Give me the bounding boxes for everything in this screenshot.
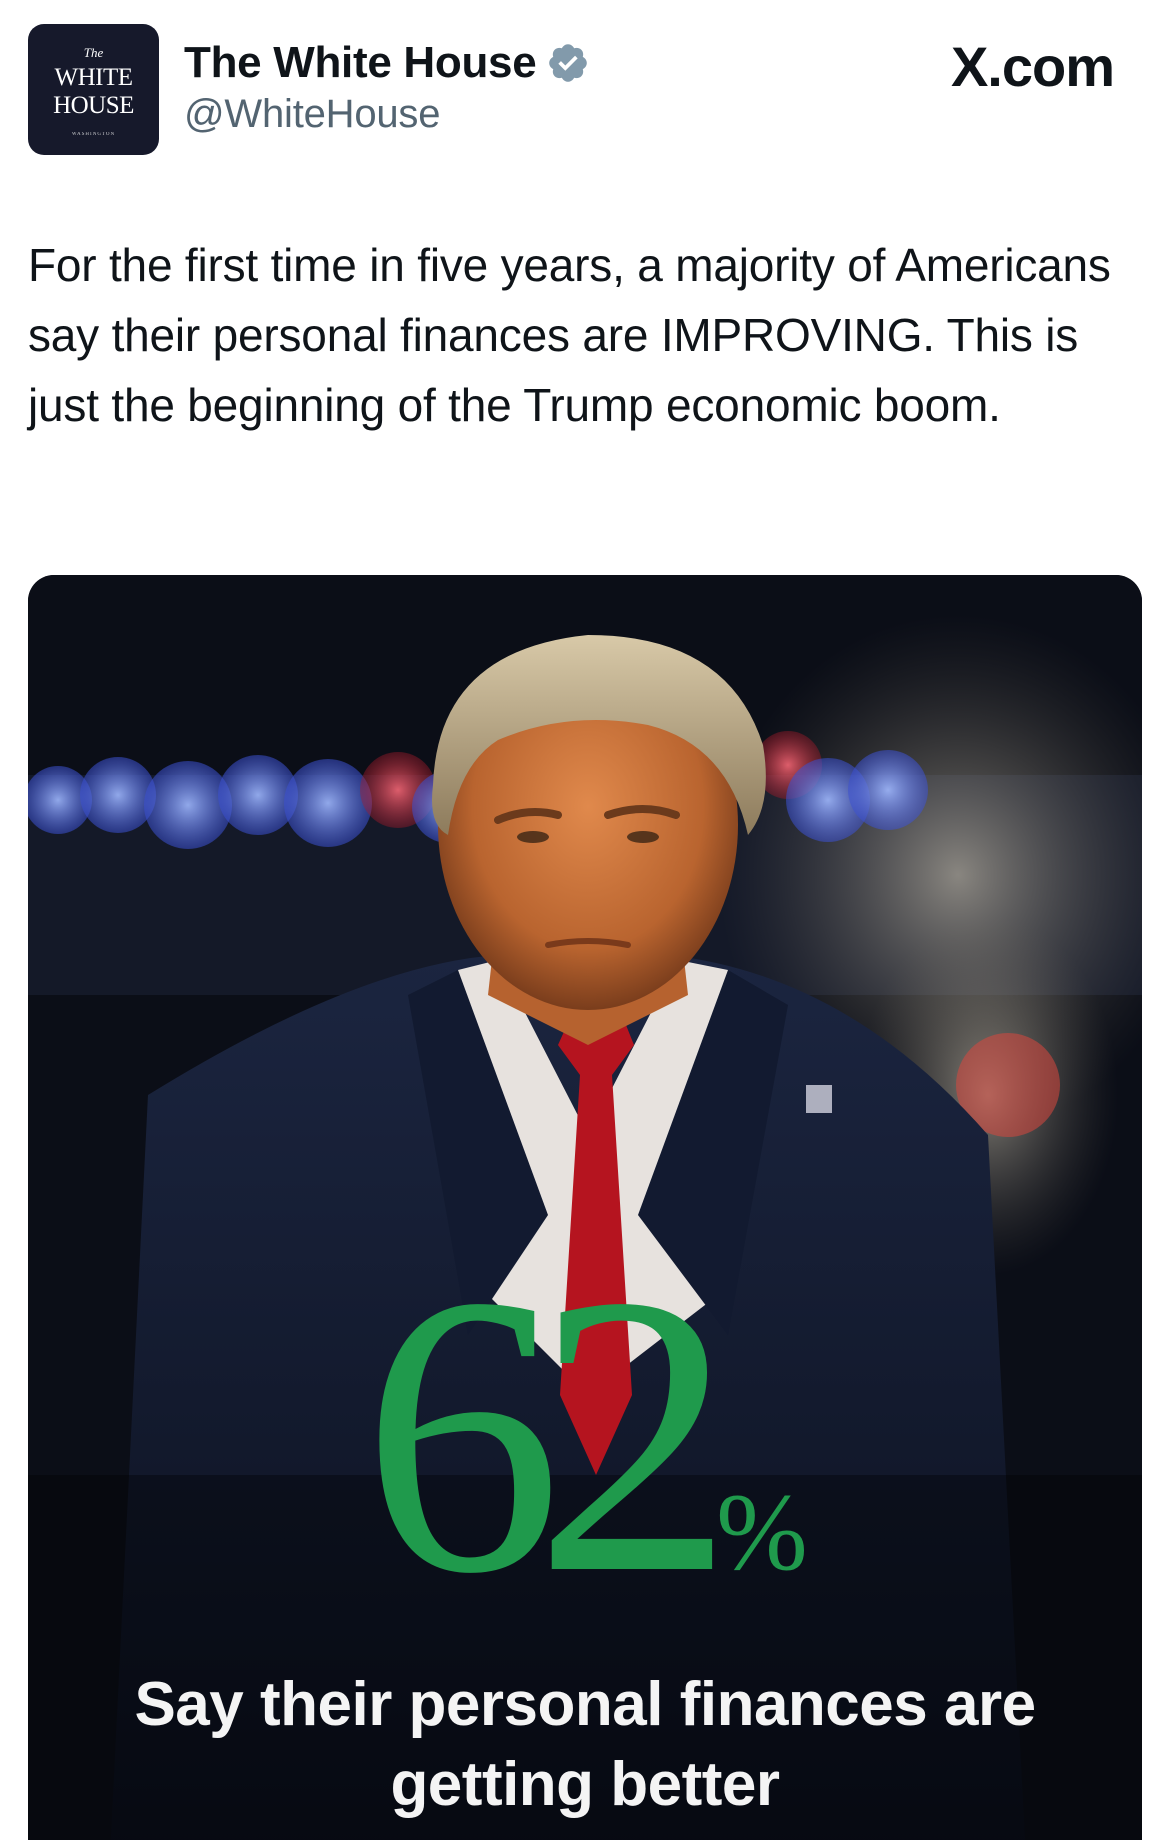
author-name-row[interactable]: The White House	[184, 34, 590, 92]
avatar-logo-text-white: WHITE	[54, 64, 133, 91]
stat-caption-line-2: getting better	[390, 1750, 780, 1819]
avatar-logo-text-washington: WASHINGTON	[71, 132, 116, 137]
avatar[interactable]: The WHITE HOUSE WASHINGTON	[28, 24, 159, 155]
stat-value: 62	[362, 1213, 734, 1656]
verified-badge-icon	[549, 44, 588, 82]
avatar-logo-text-the: The	[83, 45, 104, 60]
tweet-media-image[interactable]: 62% Say their personal finances are gett…	[28, 575, 1142, 1840]
display-name[interactable]: The White House	[184, 38, 537, 88]
stat-percentage: 62%	[28, 1235, 1142, 1635]
stat-caption-line-1: Say their personal finances are	[134, 1670, 1036, 1739]
stat-caption: Say their personal finances are getting …	[28, 1665, 1142, 1825]
site-label: X.com	[950, 35, 1115, 98]
stat-unit: %	[716, 1471, 808, 1593]
tweet-text: For the first time in five years, a majo…	[28, 239, 1111, 431]
avatar-logo-text-house: HOUSE	[53, 92, 134, 119]
author-handle[interactable]: @WhiteHouse	[184, 92, 440, 137]
